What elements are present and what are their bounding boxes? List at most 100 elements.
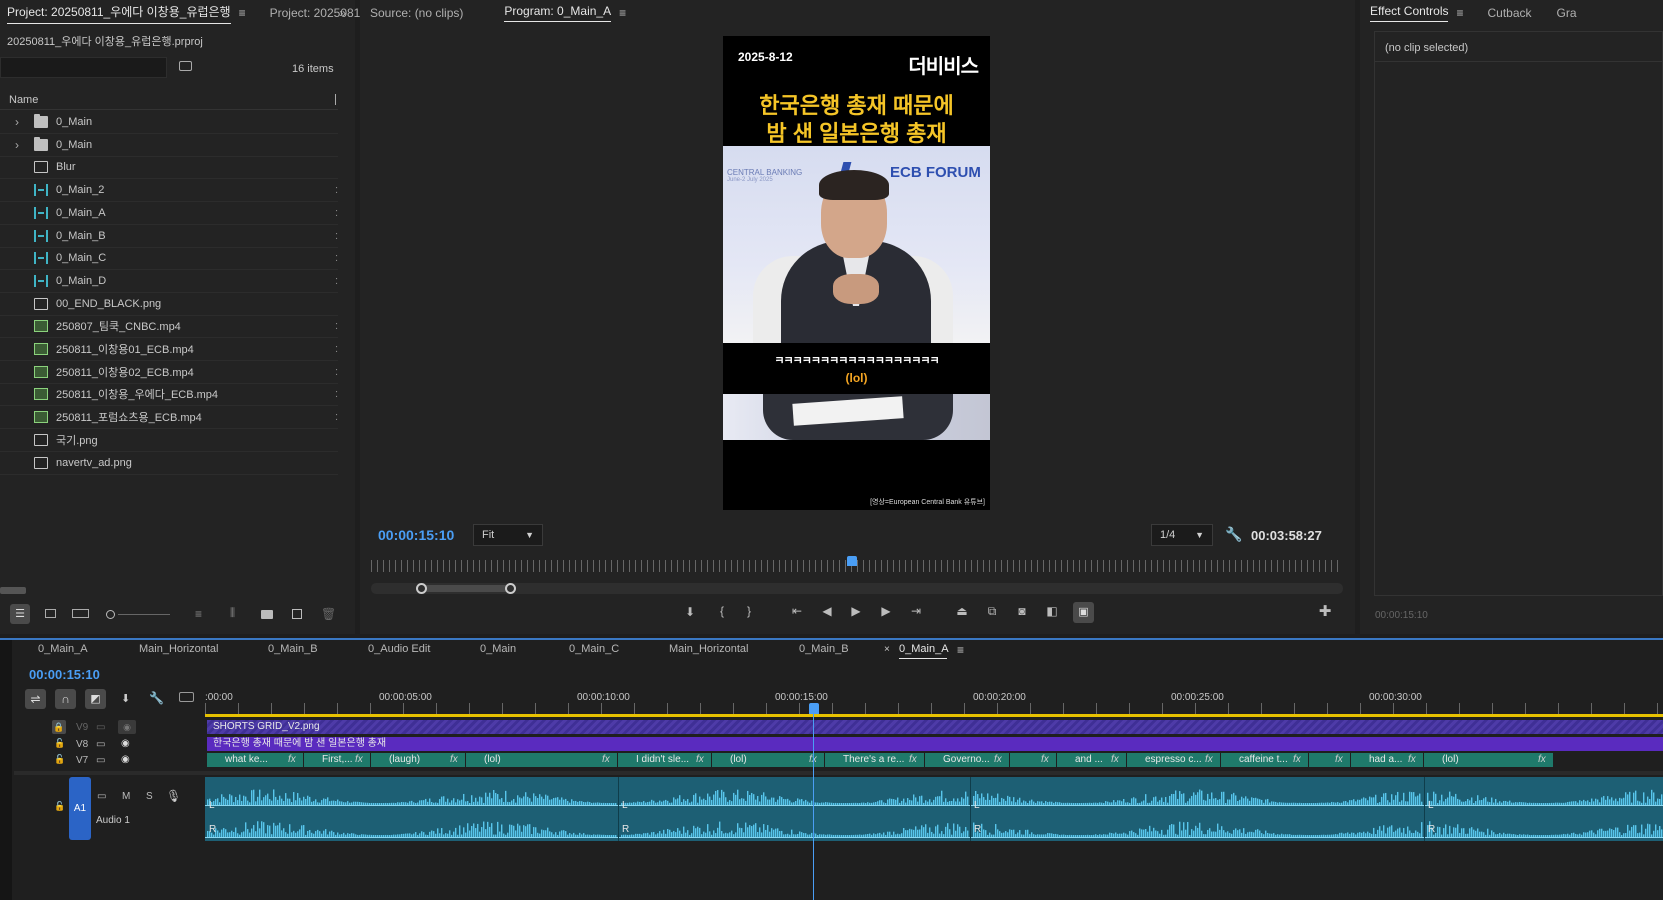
freeform-view-icon[interactable]	[72, 609, 89, 618]
overflow-chevron-icon[interactable]: »	[332, 0, 353, 26]
project-item-row[interactable]: 0_Main_C:	[0, 247, 338, 271]
list-view-icon[interactable]: ☰	[10, 604, 30, 624]
zoom-bar-handle-range[interactable]	[421, 585, 511, 592]
eye-icon[interactable]: ◉	[121, 738, 130, 749]
film-icon[interactable]: ▭	[96, 722, 105, 733]
project-item-row[interactable]: 00_END_BLACK.png	[0, 293, 338, 316]
sequence-tab[interactable]: 0_Main_B	[799, 643, 849, 655]
project-item-row[interactable]: Blur	[0, 156, 338, 180]
insert-sequence-nest-icon[interactable]: ⇌	[25, 689, 46, 709]
project-item-row[interactable]: › 0_Main	[0, 111, 338, 134]
tab-menu-icon[interactable]: ≡	[957, 643, 964, 657]
project-item-row[interactable]: › 0_Main	[0, 134, 338, 157]
proxy-toggle-icon[interactable]: ▣	[1073, 602, 1094, 623]
lock-icon[interactable]: 🔓	[54, 754, 65, 765]
monitor-zoom-bar[interactable]	[371, 583, 1343, 594]
monitor-playhead[interactable]	[847, 556, 857, 566]
tab-effect-controls[interactable]: Effect Controls ≡	[1360, 0, 1473, 26]
linked-selection-icon[interactable]: ◩	[85, 689, 106, 709]
lock-icon[interactable]: 🔓	[54, 738, 65, 749]
zoom-handle-right[interactable]	[505, 583, 516, 594]
eye-icon[interactable]: ◉	[121, 754, 130, 765]
project-item-row[interactable]: 0_Main_B:	[0, 225, 338, 248]
chevron-right-icon[interactable]: ›	[8, 115, 26, 129]
fit-dropdown[interactable]: Fit ▼	[473, 524, 543, 546]
sequence-tab[interactable]: 0_Audio Edit	[368, 643, 430, 655]
project-item-row[interactable]: 250811_이창용01_ECB.mp4:	[0, 338, 338, 361]
project-item-row[interactable]: 250807_팀쿡_CNBC.mp4:	[0, 315, 338, 339]
microphone-icon[interactable]: 🎙	[166, 789, 181, 803]
project-search-input[interactable]	[0, 57, 167, 78]
go-to-in-icon[interactable]: ⇤	[788, 604, 806, 618]
extract-icon[interactable]: ⧉	[983, 604, 1001, 619]
lock-icon[interactable]: 🔒	[52, 720, 66, 734]
v7-caption-clip[interactable]	[1309, 753, 1350, 767]
add-marker-icon[interactable]: ⬇	[121, 692, 130, 705]
v7-caption-clip[interactable]: (lol)	[712, 753, 824, 767]
film-icon[interactable]: ▭	[96, 755, 105, 766]
icon-view-icon[interactable]	[45, 609, 56, 618]
snap-icon[interactable]: ∩	[55, 689, 76, 709]
track-header-v8[interactable]: 🔓 V8 ▭ ◉	[14, 737, 204, 751]
film-icon[interactable]: ▭	[96, 739, 105, 750]
v9-clip[interactable]: SHORTS GRID_V2.png	[207, 720, 1663, 734]
v7-caption-clip[interactable]	[1010, 753, 1056, 767]
resolution-dropdown[interactable]: 1/4 ▼	[1151, 524, 1213, 546]
project-item-row[interactable]: 0_Main_2:	[0, 179, 338, 203]
new-search-bin-icon[interactable]	[179, 61, 192, 71]
new-item-icon[interactable]	[292, 609, 302, 619]
column-header-name[interactable]: Name	[0, 90, 338, 110]
column-divider[interactable]	[335, 94, 336, 105]
zoom-slider[interactable]	[106, 610, 170, 620]
track-divider[interactable]	[14, 771, 1663, 775]
chevron-right-icon[interactable]: ›	[8, 138, 26, 152]
menu-icon[interactable]: ≡	[1456, 6, 1466, 20]
horizontal-scrollbar[interactable]	[0, 587, 26, 594]
lift-icon[interactable]: ⏏	[953, 604, 971, 618]
close-tab-icon[interactable]: ×	[884, 644, 890, 655]
lock-icon[interactable]: 🔓	[54, 801, 65, 812]
program-video-frame[interactable]: 2025-8-12 더비비스 한국은행 총재 때문에 밤 샌 일본은행 총재 C…	[723, 36, 990, 510]
mark-in-icon[interactable]: {	[713, 604, 731, 618]
track-header-v9[interactable]: 🔒 V9 ▭ ◉	[14, 720, 204, 734]
eye-icon[interactable]: ◉	[118, 720, 136, 734]
v7-caption-clip[interactable]: (lol)	[1424, 753, 1553, 767]
add-marker-icon[interactable]: ⬇	[681, 605, 699, 619]
sequence-tab[interactable]: Main_Horizontal	[139, 643, 218, 655]
menu-icon[interactable]: ≡	[239, 6, 249, 20]
zoom-handle-left[interactable]	[416, 583, 427, 594]
project-item-row[interactable]: navertv_ad.png	[0, 452, 338, 475]
project-item-row[interactable]: 국기.png	[0, 429, 338, 452]
v8-clip[interactable]: 한국은행 총재 때문에 밤 샌 일본은행 총재	[207, 737, 1663, 751]
sort-icon[interactable]: ≡	[195, 607, 202, 621]
captions-icon[interactable]	[179, 692, 194, 702]
solo-button[interactable]: S	[146, 791, 153, 802]
sequence-tab[interactable]: 0_Main_B	[268, 643, 318, 655]
sequence-tab[interactable]: 0_Main	[480, 643, 516, 655]
a1-track-content[interactable]	[205, 777, 1663, 841]
comparison-view-icon[interactable]: ◧	[1043, 604, 1061, 618]
sequence-tab[interactable]: 0_Main_A	[38, 643, 88, 655]
track-header-v7[interactable]: 🔓 V7 ▭ ◉	[14, 753, 204, 767]
menu-icon[interactable]: ≡	[619, 6, 629, 20]
wrench-icon[interactable]: 🔧	[1225, 526, 1242, 543]
tab-cutback[interactable]: Cutback	[1473, 0, 1538, 26]
sequence-tab[interactable]: Main_Horizontal	[669, 643, 748, 655]
program-timecode[interactable]: 00:00:15:10	[378, 527, 454, 543]
timeline-playhead[interactable]	[809, 703, 819, 714]
mute-button[interactable]: M	[122, 791, 130, 802]
automate-to-sequence-icon[interactable]: ⫼	[230, 607, 235, 620]
tab-project-active[interactable]: Project: 20250811_우에다 이창용_유럽은행 ≡	[0, 0, 256, 26]
button-editor-plus-icon[interactable]: ✚	[1316, 602, 1334, 620]
track-target-a1[interactable]: A1	[69, 777, 91, 840]
step-forward-icon[interactable]: ▶	[877, 604, 895, 618]
work-area-bar[interactable]	[205, 714, 1663, 717]
project-item-row[interactable]: 0_Main_A:	[0, 202, 338, 225]
trash-icon[interactable]: 🗑	[321, 607, 336, 621]
project-item-row[interactable]: 0_Main_D:	[0, 270, 338, 293]
play-icon[interactable]: ▶	[847, 604, 865, 618]
project-item-row[interactable]: 250811_이창용_우에다_ECB.mp4:	[0, 383, 338, 407]
go-to-out-icon[interactable]: ⇥	[907, 604, 925, 618]
sequence-tab[interactable]: 0_Main_A	[899, 643, 949, 655]
new-bin-icon[interactable]	[261, 610, 273, 619]
